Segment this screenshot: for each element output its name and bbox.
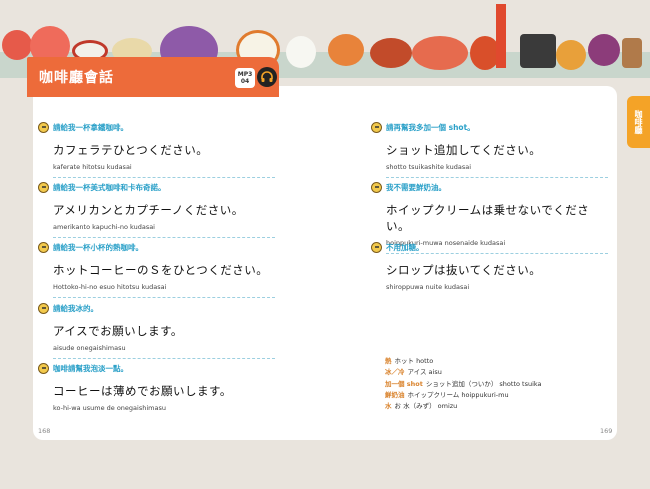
vocab-key: 水 <box>385 402 392 411</box>
japanese-phrase: コーヒーは薄めでお願いします。 <box>53 384 232 398</box>
vocab-value: ホット hotto <box>394 357 434 365</box>
divider <box>53 237 275 238</box>
smiley-icon <box>371 181 382 193</box>
japanese-phrase: シロップは抜いてください。 <box>386 263 542 277</box>
vocab-key: 冰／冷 <box>385 368 405 377</box>
phrase-entry: 請給我一杯小杯的熱咖啡。 ホットコーヒーのＳをひとつください。 Hottoko-… <box>38 241 278 298</box>
vocabulary-list: 熱ホット hotto 冰／冷 アイス aisu 加一個 shot ショット追加（つい… <box>385 356 542 412</box>
vocab-item: 冰／冷 アイス aisu <box>385 367 542 378</box>
smiley-icon <box>371 241 382 253</box>
divider <box>53 358 275 359</box>
vocab-value: ホイップクリーム hoippukuri-mu <box>407 390 509 399</box>
vocab-key: 熱 <box>385 357 392 365</box>
vocab-value: アイス aisu <box>407 368 442 377</box>
page-number-left: 168 <box>38 427 51 435</box>
phrase-entry: 請給我冰的。 アイスでお願いします。 aisude onegaishimasu <box>38 302 278 359</box>
divider <box>53 297 275 298</box>
romaji: shotto tsuikashite kudasai <box>386 163 472 171</box>
side-tab-label: 咖啡廳 <box>634 110 643 134</box>
romaji: kaferate hitotsu kudasai <box>53 163 132 171</box>
phrase-entry: 不用加糖。 シロップは抜いてください。 shiroppuwa nuite kud… <box>371 241 611 291</box>
japanese-phrase: アイスでお願いします。 <box>53 324 183 338</box>
phrase-entry: 請給我一杯美式咖啡和卡布奇諾。 アメリカンとカプチーノください。 amerika… <box>38 181 278 238</box>
romaji: shiroppuwa nuite kudasai <box>386 283 470 291</box>
vocab-value: ショット追加（ついか） shotto tsuika <box>425 379 542 388</box>
chinese-phrase: 請給我冰的。 <box>53 303 98 313</box>
smiley-icon <box>38 121 49 133</box>
chinese-phrase: 咖啡請幫我泡淡一點。 <box>53 363 128 373</box>
japanese-phrase: ホットコーヒーのＳをひとつください。 <box>53 263 269 277</box>
romaji: ko-hi-wa usume de onegaishimasu <box>53 404 166 412</box>
mp3-label: MP3 <box>237 71 253 78</box>
phrase-entry: 請給我一杯拿鐵咖啡。 カフェラテひとつください。 kaferate hitots… <box>38 121 278 178</box>
romaji: Hottoko-hi-no esuo hitotsu kudasai <box>53 283 167 291</box>
chinese-phrase: 我不需要鮮奶油。 <box>386 182 446 192</box>
page-title: 咖啡廳會話 <box>39 70 114 86</box>
divider <box>53 177 275 178</box>
chinese-phrase: 不用加糖。 <box>386 242 424 252</box>
vocab-item: 水お 水（みず） omizu <box>385 401 542 412</box>
chinese-phrase: 請給我一杯美式咖啡和卡布奇諾。 <box>53 182 166 192</box>
japanese-phrase: アメリカンとカプチーノください。 <box>53 203 244 217</box>
smiley-icon <box>371 121 382 133</box>
smiley-icon <box>38 362 49 374</box>
japanese-phrase: カフェラテひとつください。 <box>53 143 209 157</box>
romaji: amerikanto kapuchi-no kudasai <box>53 223 155 231</box>
headphone-icon <box>257 67 277 87</box>
section-title-tab: 咖啡廳會話 MP3 04 <box>27 57 279 97</box>
smiley-icon <box>38 241 49 253</box>
vocab-item: 熱ホット hotto <box>385 356 542 367</box>
phrase-entry: 咖啡請幫我泡淡一點。 コーヒーは薄めでお願いします。 ko-hi-wa usum… <box>38 362 278 412</box>
mp3-track-number: 04 <box>240 78 250 85</box>
chapter-side-tab: 咖啡廳 <box>627 96 650 148</box>
chinese-phrase: 請給我一杯小杯的熱咖啡。 <box>53 242 143 252</box>
phrase-entry: 請再幫我多加一個 shot。 ショット追加してください。 shotto tsui… <box>371 121 611 178</box>
chinese-phrase: 請再幫我多加一個 shot。 <box>386 122 475 132</box>
japanese-phrase: ホイップクリームは乗せないでください。 <box>386 203 590 233</box>
romaji: aisude onegaishimasu <box>53 344 126 352</box>
japanese-phrase: ショット追加してください。 <box>386 143 542 157</box>
divider <box>386 177 608 178</box>
smiley-icon <box>38 181 49 193</box>
vocab-item: 加一個 shot ショット追加（ついか） shotto tsuika <box>385 379 542 390</box>
chinese-phrase: 請給我一杯拿鐵咖啡。 <box>53 122 128 132</box>
vocab-key: 鮮奶油 <box>385 390 405 399</box>
page-number-right: 169 <box>600 427 613 435</box>
mp3-badge: MP3 04 <box>235 68 255 88</box>
vocab-item: 鮮奶油 ホイップクリーム hoippukuri-mu <box>385 390 542 401</box>
smiley-icon <box>38 302 49 314</box>
vocab-value: お 水（みず） omizu <box>394 402 458 411</box>
vocab-key: 加一個 shot <box>385 379 423 388</box>
